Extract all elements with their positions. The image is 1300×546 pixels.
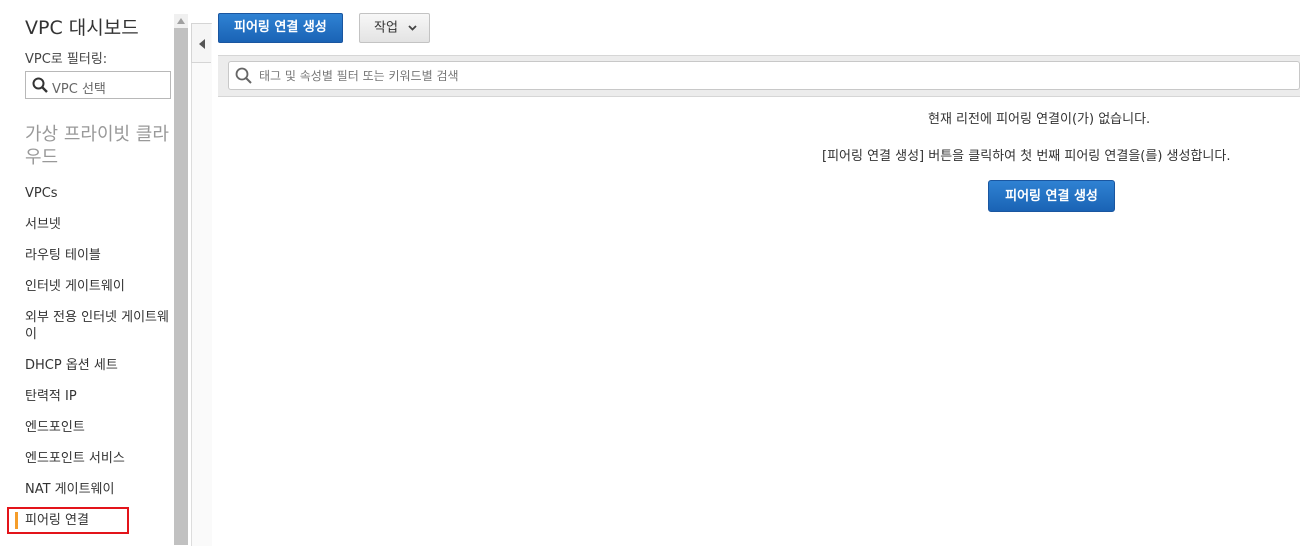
sidebar-item-endpoints[interactable]: 엔드포인트 (0, 414, 174, 441)
create-peering-connection-button[interactable]: 피어링 연결 생성 (218, 13, 343, 43)
search-input[interactable] (257, 65, 1161, 87)
chevron-left-icon (198, 34, 205, 53)
sidebar-item-endpoint-services[interactable]: 엔드포인트 서비스 (0, 445, 174, 472)
empty-state-hint: [피어링 연결 생성] 버튼을 클릭하여 첫 번째 피어링 연결을(를) 생성합… (822, 149, 1231, 164)
actions-label: 작업 (374, 20, 398, 36)
search-filter-box[interactable] (228, 61, 1300, 90)
empty-state-message: 현재 리전에 피어링 연결이(가) 없습니다. (928, 112, 1151, 127)
create-peering-connection-center-button[interactable]: 피어링 연결 생성 (988, 180, 1115, 212)
vpc-select[interactable]: VPC 선택 (25, 71, 171, 99)
sidebar-item-nat-gateways[interactable]: NAT 게이트웨이 (0, 476, 174, 503)
sidebar-item-dhcp-options[interactable]: DHCP 옵션 세트 (0, 352, 174, 379)
sidebar-item-internet-gateways[interactable]: 인터넷 게이트웨이 (0, 273, 174, 300)
sidebar-item-peering-connections[interactable]: 피어링 연결 (7, 507, 129, 534)
sidebar: VPC 대시보드 VPC로 필터링: VPC 선택 가상 프라이빗 클라우드 V… (0, 0, 174, 545)
filter-label: VPC로 필터링: (25, 52, 108, 67)
section-title: 가상 프라이빗 클라우드 (25, 124, 169, 168)
search-icon (235, 67, 252, 88)
sidebar-item-route-tables[interactable]: 라우팅 테이블 (0, 242, 174, 269)
search-icon (32, 77, 48, 97)
sidebar-item-egress-only-gateways[interactable]: 외부 전용 인터넷 게이트웨이 (0, 304, 174, 348)
chevron-down-icon (408, 14, 417, 42)
sidebar-item-elastic-ips[interactable]: 탄력적 IP (0, 383, 174, 410)
sidebar-collapse-strip (191, 23, 212, 546)
actions-dropdown[interactable]: 작업 (359, 13, 431, 43)
vpc-select-placeholder: VPC 선택 (52, 82, 106, 97)
sidebar-scrollbar[interactable] (174, 14, 188, 545)
sidebar-nav: VPCs 서브넷 라우팅 테이블 인터넷 게이트웨이 외부 전용 인터넷 게이트… (0, 180, 174, 538)
scroll-up-arrow-icon[interactable] (174, 14, 188, 28)
sidebar-item-subnets[interactable]: 서브넷 (0, 211, 174, 238)
sidebar-title[interactable]: VPC 대시보드 (25, 13, 139, 40)
sidebar-item-vpcs[interactable]: VPCs (0, 180, 174, 207)
collapse-sidebar-button[interactable] (191, 23, 211, 63)
